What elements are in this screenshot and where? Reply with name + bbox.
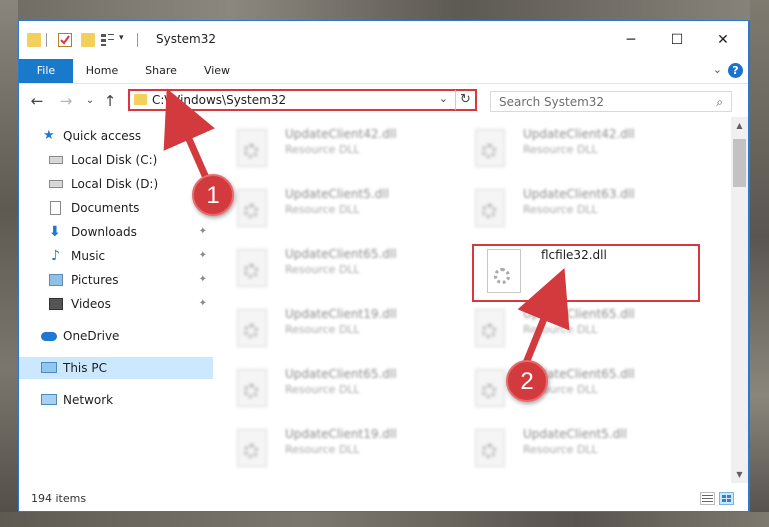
arrow-step-2	[517, 268, 570, 372]
step-2-badge: 2	[506, 360, 548, 402]
step-1-badge: 1	[192, 174, 234, 216]
arrow-step-1	[163, 88, 215, 184]
annotation-arrows	[163, 88, 570, 372]
